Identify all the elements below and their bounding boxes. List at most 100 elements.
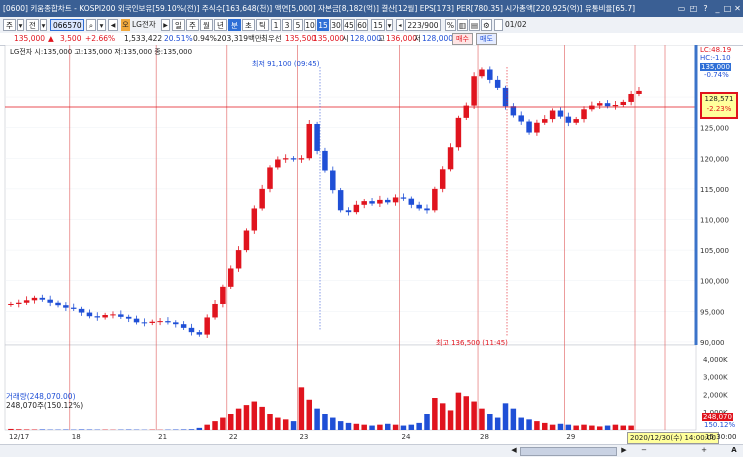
candle-body	[79, 309, 84, 313]
tab-day[interactable]: 일	[172, 19, 185, 31]
chevron-down-icon[interactable]: ▾	[97, 19, 106, 31]
current-price-tag: 135,000	[700, 63, 731, 71]
ask-price: 135,500	[285, 33, 316, 45]
scroll-track[interactable]	[520, 447, 617, 456]
checkbox-icon[interactable]	[494, 19, 503, 31]
x-tick-label: 28	[480, 433, 489, 441]
candle-body	[149, 322, 154, 323]
tab-week[interactable]: 주	[186, 19, 199, 31]
hc-value: HC:-1.10	[700, 54, 731, 62]
minute-15[interactable]: 15	[317, 19, 329, 31]
volume-bar	[534, 421, 539, 430]
candle-body	[40, 298, 45, 300]
bar-chart-icon[interactable]: ▥	[457, 19, 468, 31]
volume-bar	[573, 426, 578, 430]
volume-bar	[377, 425, 382, 430]
left-arrow-icon[interactable]: ◂	[396, 19, 404, 31]
period-select[interactable]: 전	[26, 19, 39, 31]
candle-body	[393, 197, 398, 202]
search-icon[interactable]: ⌕	[86, 19, 96, 31]
volume-bar	[244, 405, 249, 430]
tab-month[interactable]: 월	[200, 19, 213, 31]
candle-body	[456, 118, 461, 147]
volume-tick-label: 4,000K	[703, 356, 728, 364]
percent-icon[interactable]: %	[445, 19, 456, 31]
volume-bar	[409, 425, 414, 430]
candle-body	[573, 119, 578, 123]
font-icon[interactable]: A	[730, 446, 738, 455]
volume-bar	[511, 409, 516, 430]
candle-body	[409, 199, 414, 205]
crosshair-price: 128,571	[702, 94, 736, 104]
buy-button[interactable]: 매수	[452, 33, 473, 45]
candle-body	[605, 103, 610, 106]
tab-second[interactable]: 초	[242, 19, 255, 31]
price-panel	[5, 45, 696, 345]
low-annotation: 최저 91,100 (09:45)	[252, 60, 319, 68]
minute-1[interactable]: 1	[271, 19, 281, 31]
candle-body	[542, 119, 547, 123]
candle-body	[118, 314, 123, 316]
candle-body	[621, 102, 626, 105]
minute-30[interactable]: 30	[330, 19, 342, 31]
scroll-last-icon[interactable]: ▶	[620, 446, 628, 455]
minute-5[interactable]: 5	[293, 19, 303, 31]
chevron-down-icon[interactable]: ▾	[17, 19, 24, 31]
high-label: 고	[378, 33, 385, 45]
minute-10[interactable]: 10	[304, 19, 316, 31]
volume-bar	[291, 421, 296, 430]
candle-body	[291, 158, 296, 159]
price-chart-svg[interactable]: 130,000125,000120,000115,000110,000105,0…	[0, 45, 743, 445]
sell-button[interactable]: 매도	[476, 33, 497, 45]
count-input[interactable]: 223/900	[405, 19, 441, 31]
candle-body	[157, 321, 162, 322]
trade-amount: 203,319백만	[217, 33, 262, 45]
zoom-in-icon[interactable]: +	[700, 446, 708, 455]
chevron-down-icon[interactable]: ▾	[386, 19, 393, 31]
volume-percent: 20.51%	[164, 33, 193, 45]
candle-body	[526, 122, 531, 133]
candle-body	[95, 316, 100, 317]
volume-legend: 거래량(248,070.00) 248,070주(150.12%)	[6, 392, 83, 410]
volume-bar	[204, 425, 209, 430]
scroll-first-icon[interactable]: ◀	[510, 446, 518, 455]
tab-tick[interactable]: 틱	[256, 19, 269, 31]
candle-body	[134, 319, 139, 323]
zoom-out-icon[interactable]: −	[640, 446, 648, 455]
chevron-down-icon[interactable]: ▾	[40, 19, 47, 31]
minute-3[interactable]: 3	[282, 19, 292, 31]
settings-icon[interactable]: ⚙	[481, 19, 492, 31]
help-icon[interactable]: ?	[700, 3, 711, 14]
minute-60[interactable]: 60	[356, 19, 368, 31]
volume-bar	[314, 409, 319, 430]
candle-body	[204, 317, 209, 334]
candle-body	[471, 76, 476, 105]
candle-body	[220, 287, 225, 304]
candle-body	[71, 308, 76, 309]
pin-icon[interactable]: ◰	[688, 3, 699, 14]
tab-year[interactable]: 년	[214, 19, 227, 31]
title-bar: [0600] 키움종합차트 - KOSPI200 외국인보유[59.10%(전)…	[0, 0, 743, 17]
volume-bar	[495, 418, 500, 430]
volume-bar	[550, 425, 555, 430]
prev-icon[interactable]: ◀	[108, 19, 118, 31]
candle-body	[55, 303, 60, 305]
high-annotation: 최고 136,500 (11:45)	[436, 339, 508, 347]
interval-input[interactable]: 15	[371, 19, 385, 31]
volume-bar	[566, 425, 571, 430]
stock-code-input[interactable]: 066570	[50, 19, 84, 31]
volume-bar	[424, 414, 429, 430]
type-select[interactable]: 주	[3, 19, 16, 31]
next-icon[interactable]: ▶	[161, 19, 170, 31]
volume-bar	[8, 429, 13, 430]
chart-area[interactable]: 130,000125,000120,000115,000110,000105,0…	[0, 45, 743, 445]
candle-body	[197, 332, 202, 334]
save-icon[interactable]: ▤	[469, 19, 480, 31]
x-tick-label: 21	[158, 433, 167, 441]
minute-45[interactable]: 45	[343, 19, 355, 31]
tab-minute[interactable]: 분	[228, 19, 241, 31]
candle-body	[503, 88, 508, 106]
chart-legend: LG전자 시:135,000 고:135,000 저:135,000 종:135…	[10, 48, 192, 56]
restore-icon[interactable]: ▭	[676, 3, 687, 14]
close-icon[interactable]: ✕	[732, 3, 743, 14]
